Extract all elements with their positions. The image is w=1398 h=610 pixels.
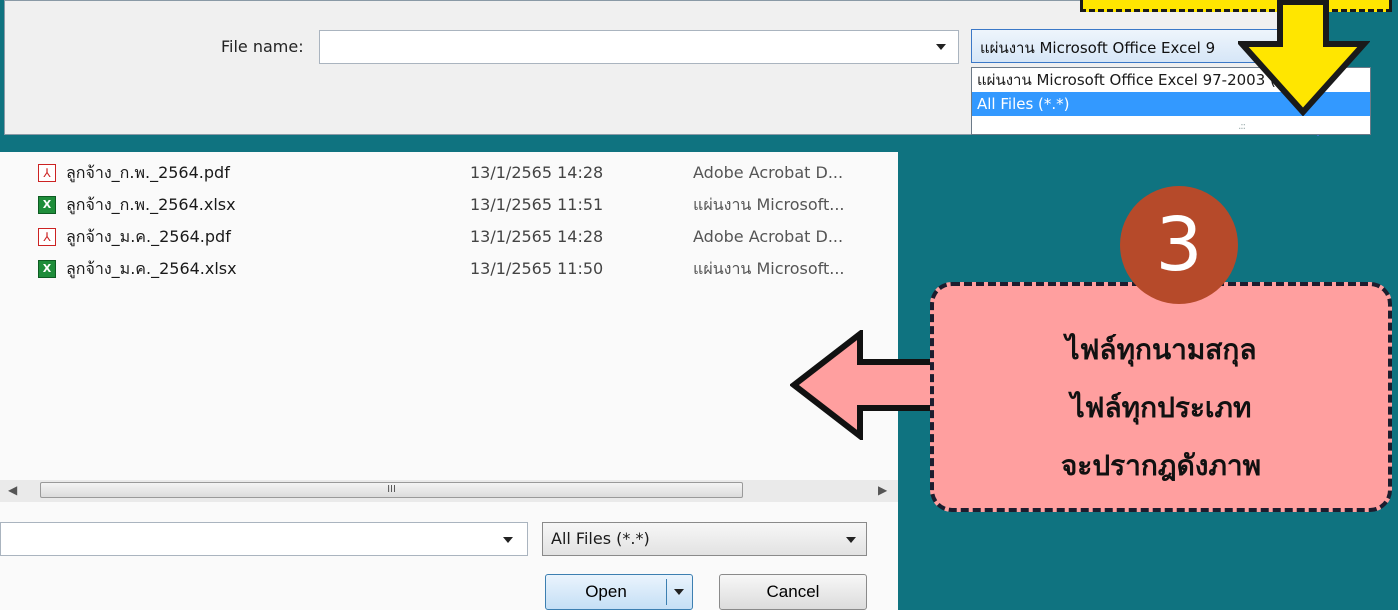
file-name: ลูกจ้าง_ก.พ._2564.pdf xyxy=(66,163,230,182)
callout-line-2: ไฟล์ทุกประเภท xyxy=(1070,391,1252,424)
callout-line-1: ไฟล์ทุกนามสกุล xyxy=(1065,333,1257,366)
open-button[interactable]: Open xyxy=(545,574,693,610)
scroll-right-icon[interactable]: ▶ xyxy=(878,483,887,497)
filter-value: All Files (*.*) xyxy=(551,529,650,548)
file-name-input[interactable] xyxy=(319,30,959,64)
yellow-down-arrow-icon xyxy=(1238,0,1370,116)
scroll-left-icon[interactable]: ◀ xyxy=(8,483,17,497)
chevron-down-icon[interactable] xyxy=(936,44,946,50)
scrollbar-thumb[interactable]: III xyxy=(40,482,743,498)
open-button-label: Open xyxy=(585,582,627,601)
file-date: 13/1/2565 14:28 xyxy=(470,163,604,182)
file-name: ลูกจ้าง_ก.พ._2564.xlsx xyxy=(66,195,236,214)
chevron-down-icon xyxy=(846,537,856,543)
file-date: 13/1/2565 14:28 xyxy=(470,227,604,246)
pdf-icon: ⅄ xyxy=(38,164,56,182)
file-date: 13/1/2565 11:50 xyxy=(470,259,604,278)
file-row[interactable]: X ลูกจ้าง_ม.ค._2564.xlsx 13/1/2565 11:50… xyxy=(0,256,890,282)
file-row[interactable]: X ลูกจ้าง_ก.พ._2564.xlsx 13/1/2565 11:51… xyxy=(0,192,890,218)
pink-left-arrow-icon xyxy=(790,330,939,440)
file-type-filter-select[interactable]: All Files (*.*) xyxy=(542,522,867,556)
file-name-combo[interactable] xyxy=(0,522,528,556)
horizontal-scrollbar[interactable]: ◀ III ▶ xyxy=(0,480,898,502)
callout-line-3: จะปรากฎดังภาพ xyxy=(1060,449,1262,482)
file-list-panel: ⅄ ลูกจ้าง_ก.พ._2564.pdf 13/1/2565 14:28 … xyxy=(0,152,898,610)
pdf-icon: ⅄ xyxy=(38,228,56,246)
excel-icon: X xyxy=(38,260,56,278)
step-number-badge: 3 xyxy=(1120,186,1238,304)
file-type: แผ่นงาน Microsoft... xyxy=(693,195,845,214)
file-name: ลูกจ้าง_ม.ค._2564.pdf xyxy=(66,227,231,246)
cancel-button[interactable]: Cancel xyxy=(719,574,867,610)
file-name-label: File name: xyxy=(221,37,304,56)
file-date: 13/1/2565 11:51 xyxy=(470,195,604,214)
split-divider xyxy=(666,579,667,605)
file-type: แผ่นงาน Microsoft... xyxy=(693,259,845,278)
open-options-chevron-icon[interactable] xyxy=(674,589,684,595)
top-save-dialog-strip: File name: แผ่นงาน Microsoft Office Exce… xyxy=(4,0,1371,136)
chevron-down-icon[interactable] xyxy=(503,537,513,543)
excel-icon: X xyxy=(38,196,56,214)
file-name: ลูกจ้าง_ม.ค._2564.xlsx xyxy=(66,259,237,278)
annotation-callout: ไฟล์ทุกนามสกุล ไฟล์ทุกประเภท จะปรากฎดังภ… xyxy=(930,282,1392,512)
file-row[interactable]: ⅄ ลูกจ้าง_ก.พ._2564.pdf 13/1/2565 14:28 … xyxy=(0,160,890,186)
resize-grip-icon[interactable]: .:: xyxy=(1238,121,1246,132)
file-row[interactable]: ⅄ ลูกจ้าง_ม.ค._2564.pdf 13/1/2565 14:28 … xyxy=(0,224,890,250)
file-type: Adobe Acrobat D... xyxy=(693,163,844,182)
file-type: Adobe Acrobat D... xyxy=(693,227,844,246)
